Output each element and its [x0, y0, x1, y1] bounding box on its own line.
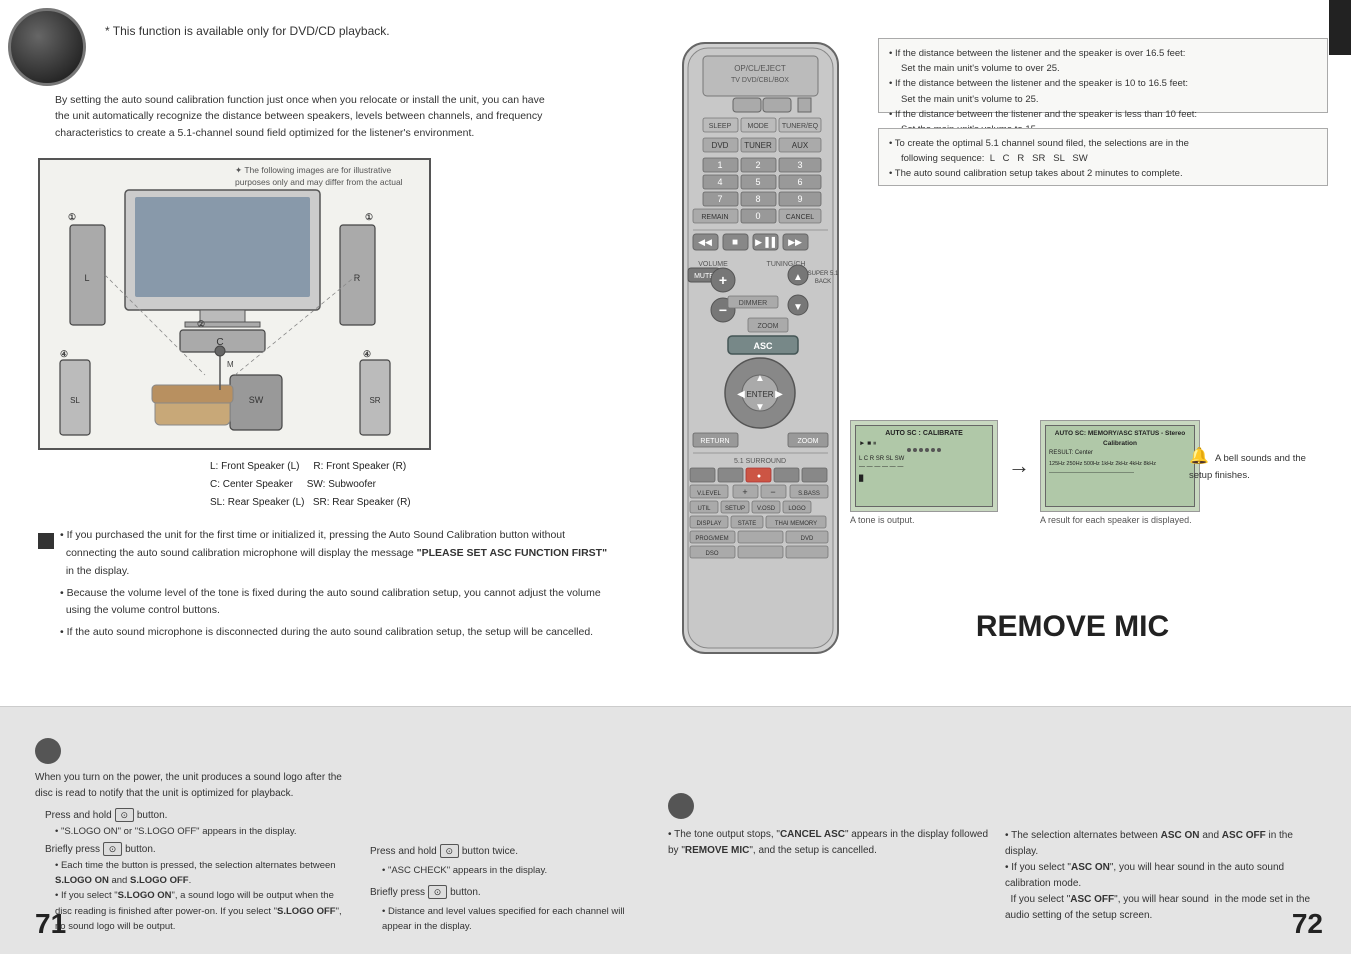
- svg-text:●: ●: [757, 473, 761, 480]
- bottom-section-cancel: • The tone output stops, "CANCEL ASC" ap…: [668, 793, 998, 859]
- speaker-diagram-svg: C SW L R SL SR M ① ① ④ ④ ②: [45, 175, 425, 445]
- svg-text:ZOOM: ZOOM: [798, 438, 819, 445]
- svg-text:REMAIN: REMAIN: [701, 214, 728, 221]
- screen-label-2: A result for each speaker is displayed.: [1040, 515, 1200, 525]
- svg-text:LOGO: LOGO: [788, 506, 806, 512]
- svg-text:■: ■: [732, 237, 738, 248]
- speaker-legend: L: Front Speaker (L) R: Front Speaker (R…: [210, 458, 411, 512]
- svg-text:SETUP: SETUP: [725, 506, 745, 512]
- svg-text:0: 0: [755, 211, 760, 221]
- info-box-volume: • If the distance between the listener a…: [878, 38, 1328, 113]
- svg-text:①: ①: [365, 212, 373, 222]
- svg-text:CANCEL: CANCEL: [786, 214, 815, 221]
- svg-text:7: 7: [717, 194, 722, 204]
- svg-text:5.1 SURROUND: 5.1 SURROUND: [734, 458, 786, 465]
- page-number-72: 72: [1292, 908, 1323, 940]
- svg-text:OP/CL/EJECT: OP/CL/EJECT: [734, 64, 786, 73]
- svg-text:▶▶: ▶▶: [788, 237, 802, 247]
- info-box-sequence: • To create the optimal 5.1 channel soun…: [878, 128, 1328, 186]
- bottom-section-asc-onoff: • The selection alternates between ASC O…: [1005, 828, 1320, 924]
- svg-text:④: ④: [363, 349, 371, 359]
- svg-text:6: 6: [797, 177, 802, 187]
- page-number-71: 71: [35, 908, 66, 940]
- svg-text:▲: ▲: [755, 373, 765, 384]
- svg-text:M: M: [227, 360, 234, 369]
- svg-text:◀◀: ◀◀: [698, 237, 712, 247]
- svg-text:R: R: [354, 273, 361, 283]
- svg-text:▼: ▼: [793, 302, 803, 313]
- svg-text:▼: ▼: [755, 402, 765, 413]
- svg-text:−: −: [719, 302, 727, 318]
- svg-text:▶▐▐: ▶▐▐: [755, 236, 775, 248]
- arrow-between-screens: →: [1008, 420, 1030, 512]
- screen-label-1: A tone is output.: [850, 515, 998, 525]
- svg-text:5: 5: [755, 177, 760, 187]
- svg-text:AUX: AUX: [792, 141, 809, 150]
- notes-section: • If you purchased the unit for the firs…: [60, 527, 650, 642]
- svg-text:①: ①: [68, 212, 76, 222]
- svg-text:TUNER: TUNER: [744, 141, 772, 150]
- bell-note: 🔔 A bell sounds and the setup finishes.: [1189, 445, 1329, 483]
- svg-text:V.OSD: V.OSD: [757, 506, 776, 512]
- svg-text:9: 9: [797, 194, 802, 204]
- svg-text:3: 3: [797, 160, 802, 170]
- svg-text:RETURN: RETURN: [700, 438, 729, 445]
- top-note: * This function is available only for DV…: [105, 24, 390, 38]
- svg-text:TV DVD/CBL/BOX: TV DVD/CBL/BOX: [731, 77, 789, 84]
- svg-text:DVD: DVD: [712, 141, 729, 150]
- remote-svg: OP/CL/EJECT TV DVD/CBL/BOX SLEEP MODE TU…: [668, 38, 853, 658]
- svg-text:MODE: MODE: [748, 123, 769, 130]
- svg-text:▶: ▶: [775, 389, 783, 400]
- svg-text:DISPLAY: DISPLAY: [697, 521, 722, 527]
- top-right-corner-black: [1329, 0, 1351, 55]
- remove-mic-heading: REMOVE MIC: [875, 610, 1270, 644]
- svg-text:V.LEVEL: V.LEVEL: [697, 491, 721, 497]
- bottom-section-logo: When you turn on the power, the unit pro…: [35, 738, 353, 934]
- svg-text:THAI MEMORY: THAI MEMORY: [775, 521, 817, 527]
- svg-text:+: +: [742, 487, 747, 497]
- svg-text:DVD: DVD: [801, 536, 814, 542]
- svg-text:ASC: ASC: [753, 341, 773, 351]
- screen-displays-section: AUTO SC : CALIBRATE ► ■ ⏸ L C R SR SL SW…: [850, 420, 1200, 525]
- bottom-circle-bullet-2: [668, 793, 694, 819]
- svg-text:8: 8: [755, 194, 760, 204]
- svg-text:2: 2: [755, 160, 760, 170]
- black-square-bullet: [38, 533, 54, 549]
- logo-circle: [8, 8, 86, 86]
- svg-text:SL: SL: [70, 396, 80, 405]
- bottom-section-asc-check: Press and hold ⊙ button twice. • "ASC CH…: [370, 844, 638, 934]
- remote-control: OP/CL/EJECT TV DVD/CBL/BOX SLEEP MODE TU…: [668, 38, 853, 656]
- screen-display-1: AUTO SC : CALIBRATE ► ■ ⏸ L C R SR SL SW…: [850, 420, 998, 512]
- svg-text:TUNER/EQ: TUNER/EQ: [782, 123, 819, 130]
- svg-text:STATE: STATE: [738, 521, 756, 527]
- svg-text:DSO: DSO: [705, 551, 718, 557]
- svg-text:BACK: BACK: [815, 279, 831, 285]
- svg-text:PROG/MEM: PROG/MEM: [695, 536, 728, 542]
- svg-text:4: 4: [717, 177, 722, 187]
- svg-text:SLEEP: SLEEP: [709, 123, 732, 130]
- svg-text:◀: ◀: [737, 389, 745, 400]
- svg-text:1: 1: [717, 160, 722, 170]
- speaker-diagram-box: ✦ The following images are for illustrat…: [38, 158, 431, 450]
- intro-text: By setting the auto sound calibration fu…: [55, 92, 650, 141]
- svg-text:②: ②: [197, 319, 205, 329]
- svg-text:L: L: [84, 273, 89, 283]
- bottom-circle-bullet-1: [35, 738, 61, 764]
- svg-text:ENTER: ENTER: [746, 390, 773, 399]
- svg-text:S.BASS: S.BASS: [798, 491, 820, 497]
- svg-text:ZOOM: ZOOM: [758, 323, 779, 330]
- svg-text:SUPER 5.1: SUPER 5.1: [808, 271, 839, 277]
- svg-text:SW: SW: [249, 395, 264, 405]
- svg-text:④: ④: [60, 349, 68, 359]
- bell-icon: 🔔: [1189, 448, 1209, 465]
- svg-text:DIMMER: DIMMER: [739, 300, 767, 307]
- svg-text:UTIL: UTIL: [697, 506, 711, 512]
- screen-display-2: AUTO SC: MEMORY/ASC STATUS - Stereo Cali…: [1040, 420, 1200, 512]
- svg-text:SR: SR: [369, 396, 380, 405]
- svg-text:−: −: [770, 487, 775, 497]
- svg-text:+: +: [719, 272, 727, 288]
- svg-text:VOLUME: VOLUME: [698, 261, 728, 268]
- svg-text:▲: ▲: [793, 272, 803, 283]
